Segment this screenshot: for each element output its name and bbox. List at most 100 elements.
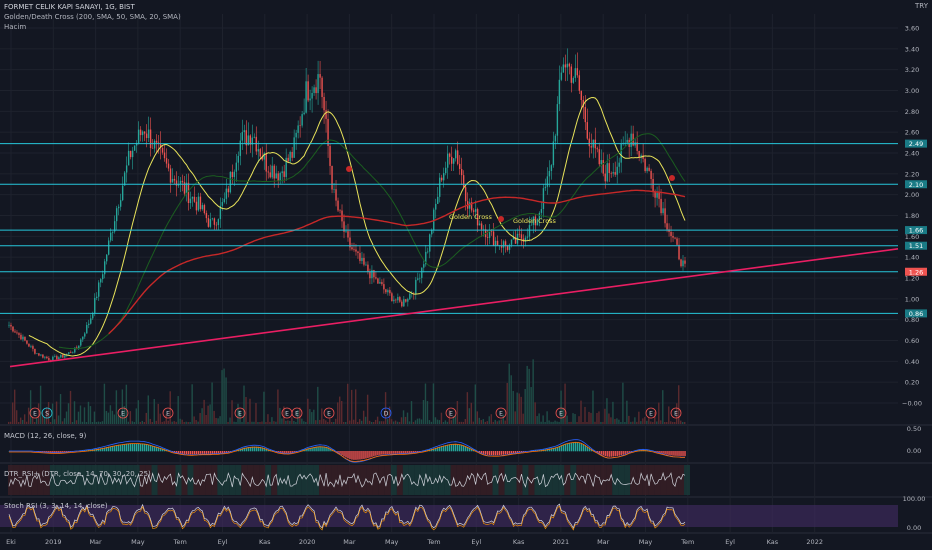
volume-bar xyxy=(155,420,157,424)
macd-histogram-bar xyxy=(448,444,451,452)
macd-histogram-bar xyxy=(614,451,616,457)
volume-bar xyxy=(382,421,385,424)
volume-bar xyxy=(528,368,530,424)
candle-body xyxy=(367,264,369,272)
candle-body xyxy=(443,173,445,181)
rsi-band xyxy=(486,465,493,495)
volume-bar xyxy=(496,421,498,424)
candle-body xyxy=(474,209,477,212)
volume-bar xyxy=(81,421,84,424)
rsi-band xyxy=(618,465,625,495)
candle-body xyxy=(295,132,297,138)
volume-legend[interactable]: Hacim xyxy=(4,22,181,32)
volume-bar xyxy=(199,413,201,424)
candle-body xyxy=(203,205,206,214)
volume-bar xyxy=(602,421,604,424)
macd-histogram-bar xyxy=(666,451,668,455)
candle-body xyxy=(409,293,411,300)
macd-histogram-bar xyxy=(488,451,491,456)
volume-bar xyxy=(193,416,195,424)
volume-bar xyxy=(257,421,259,424)
volume-bar xyxy=(245,397,247,424)
price-chart[interactable]: 3.60 3.40 3.20 3.00 2.80 2.60 2.40 2.20 2.00 1.80… xyxy=(0,0,932,550)
macd-histogram-bar xyxy=(393,451,395,454)
candle-body xyxy=(490,230,493,232)
chart-window[interactable]: 3.60 3.40 3.20 3.00 2.80 2.60 2.40 2.20 2.00 1.80… xyxy=(0,0,932,550)
volume-bar xyxy=(49,421,52,424)
candle-body xyxy=(223,198,226,203)
candle-body xyxy=(502,241,505,248)
volume-bar xyxy=(438,420,441,424)
candle-body xyxy=(311,92,313,99)
volume-bar xyxy=(630,421,632,424)
candle-body xyxy=(173,178,176,181)
volume-bar xyxy=(175,421,177,424)
volume-bar xyxy=(486,421,488,424)
time-tick-label: Tem xyxy=(680,538,694,546)
macd-histogram-bar xyxy=(119,444,122,452)
volume-bar xyxy=(147,395,149,424)
candle-body xyxy=(38,353,40,356)
macd-histogram-bar xyxy=(622,451,624,455)
candle-body xyxy=(431,230,433,235)
rsi-band xyxy=(684,465,690,495)
stoch-label[interactable]: Stoch RSI (3, 3, 14, 14, close) xyxy=(4,502,108,510)
volume-bar xyxy=(213,410,215,424)
volume-bar xyxy=(616,418,618,424)
candle-body xyxy=(660,198,662,214)
candle-body xyxy=(574,68,577,78)
volume-bar xyxy=(396,421,399,424)
candle-body xyxy=(317,74,319,94)
volume-bar xyxy=(640,421,642,424)
macd-histogram-bar xyxy=(510,451,513,454)
volume-bar xyxy=(440,412,443,424)
candle-body xyxy=(439,177,441,197)
macd-histogram-bar xyxy=(401,451,403,454)
macd-label[interactable]: MACD (12, 26, close, 9) xyxy=(4,432,86,440)
candle-body xyxy=(460,168,463,176)
volume-bar xyxy=(185,421,187,424)
stoch-tick-label: 100.00 xyxy=(903,495,926,503)
candle-body xyxy=(24,336,26,341)
volume-bar xyxy=(354,389,357,424)
volume-bar xyxy=(31,417,34,424)
macd-histogram-bar xyxy=(121,444,124,452)
volume-bar xyxy=(460,421,463,424)
candle-body xyxy=(584,107,586,123)
volume-bar xyxy=(550,421,552,424)
volume-bar xyxy=(682,421,684,424)
candle-body xyxy=(544,186,547,189)
volume-bar xyxy=(650,421,652,424)
candle-body xyxy=(121,185,124,201)
volume-bar xyxy=(109,405,112,424)
rsi-label[interactable]: DTR_RSI+ (DTR, close, 14, 70, 30, 20, 25… xyxy=(4,470,151,478)
volume-bar xyxy=(464,419,467,424)
price-tick-label: 3.60 xyxy=(905,25,919,33)
candle-body xyxy=(598,149,600,165)
volume-bar xyxy=(578,416,580,424)
rsi-band xyxy=(510,465,517,495)
volume-bar xyxy=(73,401,76,424)
candle-body xyxy=(450,156,453,164)
candle-body xyxy=(355,249,357,252)
volume-bar xyxy=(462,421,465,424)
candle-body xyxy=(652,178,654,192)
volume-bar xyxy=(219,416,221,424)
candle-body xyxy=(167,163,170,169)
volume-bar xyxy=(590,412,592,424)
candle-body xyxy=(391,293,393,302)
volume-bar xyxy=(35,417,38,424)
volume-bar xyxy=(624,421,626,424)
macd-histogram-bar xyxy=(664,451,666,455)
candle-body xyxy=(562,64,565,73)
event-marker-label: E xyxy=(559,411,563,418)
volume-bar xyxy=(141,420,144,424)
volume-bar xyxy=(301,418,303,424)
volume-bar xyxy=(404,416,407,424)
indicator-legend[interactable]: Golden/Death Cross (200, SMA, 50, SMA, 2… xyxy=(4,12,181,22)
volume-bar xyxy=(442,421,445,424)
macd-histogram-bar xyxy=(387,451,389,455)
candle-body xyxy=(137,129,140,143)
candle-body xyxy=(104,261,106,275)
rsi-band xyxy=(175,465,182,495)
